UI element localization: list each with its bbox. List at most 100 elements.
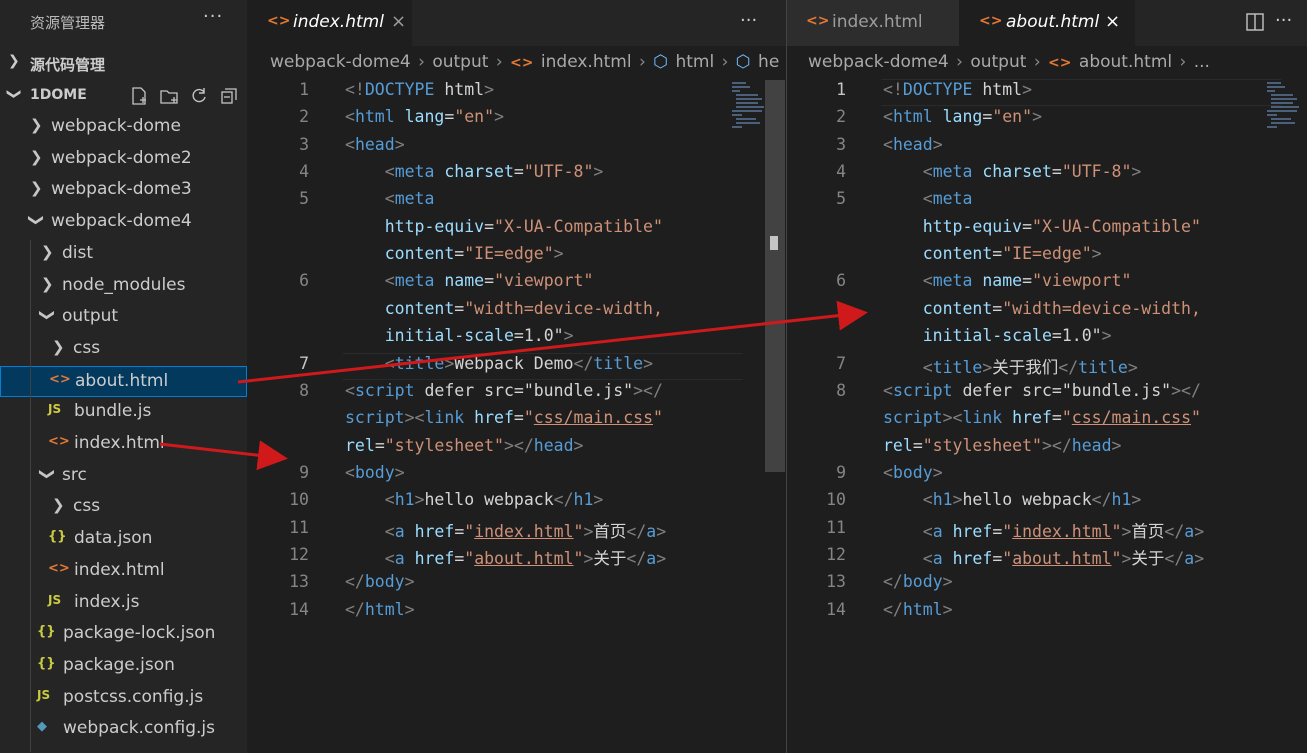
- chevron-right-icon: ›: [1033, 52, 1041, 72]
- breadcrumb-item[interactable]: index.html: [541, 52, 632, 72]
- code-line[interactable]: script><link href="css/main.css": [345, 408, 663, 427]
- breadcrumb-item[interactable]: output: [432, 52, 488, 72]
- collapse-all-icon[interactable]: [219, 86, 239, 106]
- tree-item[interactable]: {} package-lock.json: [0, 619, 247, 650]
- editor-more-button[interactable]: ···: [1275, 10, 1292, 31]
- code-line[interactable]: <script defer src="bundle.js"></: [345, 381, 663, 400]
- close-icon[interactable]: ×: [1105, 11, 1120, 32]
- split-editor-icon[interactable]: [1245, 12, 1265, 37]
- tab-index-html[interactable]: <> index.html ×: [247, 0, 412, 46]
- new-folder-icon[interactable]: [159, 86, 179, 106]
- code-line[interactable]: <a href="index.html">首页</a>: [345, 518, 666, 542]
- tree-item[interactable]: ❯ webpack-dome3: [0, 175, 247, 206]
- tree-item[interactable]: ❯ webpack-dome2: [0, 144, 247, 175]
- tree-item[interactable]: ❯ src: [0, 461, 247, 492]
- minimap[interactable]: [1265, 80, 1301, 140]
- code-line[interactable]: rel="stylesheet"></head>: [883, 436, 1121, 455]
- code-line[interactable]: <!DOCTYPE html>: [345, 80, 494, 99]
- html-file-icon: <>: [806, 13, 830, 29]
- tree-item-label: node_modules: [62, 275, 186, 295]
- tree-item-label: index.js: [74, 592, 140, 612]
- close-icon[interactable]: ×: [391, 11, 406, 32]
- code-line[interactable]: <title>Webpack Demo</title>: [345, 354, 653, 373]
- code-line[interactable]: <h1>hello webpack</h1>: [345, 490, 604, 509]
- code-line[interactable]: <script defer src="bundle.js"></: [883, 381, 1201, 400]
- breadcrumb-item[interactable]: output: [970, 52, 1026, 72]
- code-line[interactable]: </html>: [345, 600, 415, 619]
- chevron-right-icon: ❯: [30, 179, 43, 197]
- code-line[interactable]: <body>: [883, 463, 943, 482]
- code-line[interactable]: <head>: [883, 135, 943, 154]
- tree-item[interactable]: ❯ webpack-dome4: [0, 207, 247, 238]
- breadcrumb-item[interactable]: webpack-dome4: [270, 52, 411, 72]
- code-line[interactable]: </html>: [883, 600, 953, 619]
- code-line[interactable]: <a href="index.html">首页</a>: [883, 518, 1204, 542]
- explorer-more-button[interactable]: ···: [203, 6, 223, 27]
- editor-more-button[interactable]: ···: [740, 10, 757, 31]
- code-line[interactable]: <meta charset="UTF-8">: [883, 162, 1142, 181]
- tab-about-html[interactable]: <> about.html ×: [959, 0, 1135, 46]
- code-line[interactable]: <html lang="en">: [345, 107, 504, 126]
- code-line[interactable]: initial-scale=1.0">: [883, 326, 1112, 345]
- code-line[interactable]: <h1>hello webpack</h1>: [883, 490, 1142, 509]
- code-line[interactable]: <a href="about.html">关于</a>: [345, 545, 666, 569]
- line-number: 9: [836, 463, 846, 482]
- tree-item-label: webpack-dome: [51, 116, 181, 136]
- code-line[interactable]: </body>: [883, 572, 953, 591]
- breadcrumb-item[interactable]: ...: [1194, 52, 1210, 72]
- tree-item[interactable]: ❯ webpack-dome: [0, 112, 247, 143]
- workspace-section[interactable]: ❯ 1DOME: [0, 82, 247, 112]
- code-line[interactable]: content="IE=edge">: [345, 244, 564, 263]
- code-line[interactable]: <meta charset="UTF-8">: [345, 162, 604, 181]
- tree-item[interactable]: {} data.json: [0, 524, 247, 555]
- line-number: 10: [826, 490, 846, 509]
- code-line[interactable]: <head>: [345, 135, 405, 154]
- tree-item[interactable]: ❯ dist: [0, 239, 247, 270]
- code-line[interactable]: initial-scale=1.0">: [345, 326, 574, 345]
- source-control-section[interactable]: ❯ 源代码管理: [0, 49, 247, 79]
- code-line[interactable]: <meta: [883, 189, 973, 208]
- refresh-icon[interactable]: [189, 86, 209, 106]
- tree-item[interactable]: ❯ css: [0, 334, 247, 365]
- code-line[interactable]: content="width=device-width,: [883, 299, 1201, 318]
- breadcrumb-item[interactable]: about.html: [1079, 52, 1172, 72]
- code-line[interactable]: script><link href="css/main.css": [883, 408, 1201, 427]
- tree-item[interactable]: ❯ css: [0, 492, 247, 523]
- breadcrumb: webpack-dome4 › output › <> index.html ›…: [270, 52, 781, 78]
- code-line[interactable]: <meta: [345, 189, 435, 208]
- tree-item[interactable]: <> about.html: [0, 366, 247, 397]
- tree-item[interactable]: <> index.html: [0, 556, 247, 587]
- code-line[interactable]: <meta name="viewport": [345, 271, 594, 290]
- code-line[interactable]: http-equiv="X-UA-Compatible": [883, 217, 1201, 236]
- code-line[interactable]: http-equiv="X-UA-Compatible": [345, 217, 663, 236]
- minimap[interactable]: [730, 80, 766, 140]
- tab-index-html[interactable]: <> index.html: [787, 0, 959, 46]
- tree-item[interactable]: <> index.html: [0, 429, 247, 460]
- new-file-icon[interactable]: [129, 86, 149, 106]
- tree-item[interactable]: JS index.js: [0, 588, 247, 619]
- tree-item[interactable]: ❯ output: [0, 302, 247, 333]
- tree-item[interactable]: {} package.json: [0, 651, 247, 682]
- code-line[interactable]: content="width=device-width,: [345, 299, 663, 318]
- code-line[interactable]: rel="stylesheet"></head>: [345, 436, 583, 455]
- breadcrumb-item[interactable]: he: [758, 52, 779, 72]
- chevron-right-icon: ›: [721, 52, 729, 72]
- breadcrumb-item[interactable]: webpack-dome4: [808, 52, 949, 72]
- breadcrumb-item[interactable]: html: [675, 52, 714, 72]
- code-line[interactable]: </body>: [345, 572, 415, 591]
- code-line[interactable]: <title>关于我们</title>: [883, 354, 1138, 378]
- tree-item[interactable]: ◆ webpack.config.js: [0, 714, 247, 745]
- tree-item[interactable]: JS postcss.config.js: [0, 683, 247, 714]
- code-line[interactable]: <a href="about.html">关于</a>: [883, 545, 1204, 569]
- scrollbar[interactable]: [765, 80, 785, 472]
- html-file-icon: <>: [979, 13, 1003, 29]
- code-line[interactable]: <!DOCTYPE html>: [883, 80, 1032, 99]
- code-line[interactable]: <html lang="en">: [883, 107, 1042, 126]
- tree-item[interactable]: JS bundle.js: [0, 397, 247, 428]
- tree-item[interactable]: ❯ node_modules: [0, 271, 247, 302]
- code-line[interactable]: content="IE=edge">: [883, 244, 1102, 263]
- code-line[interactable]: <meta name="viewport": [883, 271, 1132, 290]
- json-file-icon: {}: [48, 529, 67, 544]
- code-line[interactable]: <body>: [345, 463, 405, 482]
- explorer-title: 资源管理器: [30, 14, 106, 32]
